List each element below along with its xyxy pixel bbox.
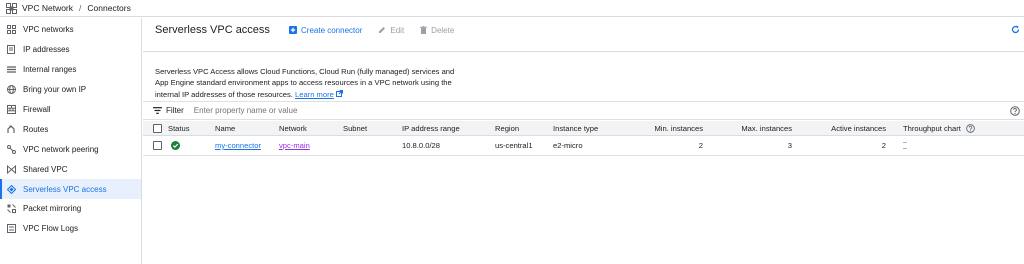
column-region[interactable]: Region [495,121,519,135]
vpc-network-logo-icon [6,2,17,14]
delete-button[interactable]: Delete [420,26,454,35]
column-min-instances[interactable]: Min. instances [623,121,703,135]
column-status[interactable]: Status [168,121,190,135]
refresh-icon[interactable] [1011,25,1020,36]
ip-range-cell: 10.8.0.0/28 [402,141,441,150]
column-throughput[interactable]: Throughput chart [903,121,975,135]
filter-icon [153,107,162,114]
peering-icon [6,144,16,154]
sidebar-item-internal-ranges[interactable]: Internal ranges [0,60,141,80]
filter-label: Filter [166,106,184,115]
column-subnet[interactable]: Subnet [343,121,367,135]
sidebar-item-label: VPC network peering [23,144,99,154]
throughput-chart-cell: – – [903,136,907,155]
edit-button[interactable]: Edit [378,26,404,35]
column-max-instances[interactable]: Max. instances [713,121,792,135]
globe-icon [6,85,16,95]
active-instances-cell: 2 [881,141,886,150]
column-throughput-label: Throughput chart [903,123,961,133]
sidebar-item-label: Internal ranges [23,65,77,75]
sidebar-item-serverless-vpc-access[interactable]: Serverless VPC access [0,179,141,200]
region-cell: us-central1 [495,141,533,150]
breadcrumb-root[interactable]: VPC Network [22,3,73,13]
ip-addresses-icon [6,45,16,55]
add-box-icon [289,26,297,34]
sidebar-item-label: Serverless VPC access [23,184,107,194]
main-content: Serverless VPC access Create connector E… [143,18,1024,264]
breadcrumb: VPC Network / Connectors [0,0,1024,17]
sidebar-item-vpc-flow-logs[interactable]: VPC Flow Logs [0,219,141,239]
serverless-icon [6,184,16,194]
create-connector-label: Create connector [301,25,363,35]
sidebar-item-label: Routes [23,124,49,134]
breadcrumb-current: Connectors [87,3,131,13]
learn-more-link[interactable]: Learn more [295,90,334,99]
sidebar: VPC networks IP addresses Internal range… [0,18,142,264]
toolbar-divider [143,51,1024,52]
edit-label: Edit [390,25,405,35]
routes-icon [6,124,16,134]
column-network[interactable]: Network [279,121,307,135]
sidebar-item-label: Packet mirroring [23,204,82,214]
pencil-icon [378,26,386,34]
firewall-icon [6,105,16,115]
sidebar-item-packet-mirroring[interactable]: Packet mirroring [0,199,141,219]
sidebar-item-label: Firewall [23,105,51,114]
filter-bar: Filter [143,101,1024,120]
max-instances-cell: 3 [787,141,792,150]
external-link-icon[interactable] [335,89,343,99]
column-instance-type[interactable]: Instance type [553,121,598,135]
trash-icon [420,26,428,34]
breadcrumb-separator: / [79,3,82,13]
help-icon[interactable] [1010,106,1020,118]
sidebar-item-firewall[interactable]: Firewall [0,100,141,120]
sidebar-item-label: VPC Flow Logs [23,224,79,234]
packet-mirroring-icon [6,204,16,214]
sidebar-item-routes[interactable]: Routes [0,119,141,139]
vpc-networks-icon [6,25,16,35]
sidebar-item-ip-addresses[interactable]: IP addresses [0,40,141,60]
select-all-checkbox[interactable] [153,121,162,135]
sidebar-item-label: VPC networks [23,25,74,35]
connector-name-link[interactable]: my-connector [215,136,261,155]
delete-label: Delete [431,25,455,35]
throughput-value: – [903,144,907,152]
sidebar-item-label: IP addresses [23,45,70,55]
filter-input[interactable] [193,106,494,115]
column-name[interactable]: Name [215,121,235,135]
internal-ranges-icon [6,65,16,75]
status-ok-icon [171,136,180,155]
column-active-instances[interactable]: Active instances [803,121,886,135]
sidebar-item-label: Bring your own IP [23,85,87,95]
table-row[interactable]: my-connector vpc-main 10.8.0.0/28 us-cen… [143,136,1024,156]
min-instances-cell: 2 [698,141,703,150]
sidebar-item-vpc-network-peering[interactable]: VPC network peering [0,139,141,159]
sidebar-item-label: Shared VPC [23,164,68,174]
network-link[interactable]: vpc-main [279,136,310,155]
sidebar-item-shared-vpc[interactable]: Shared VPC [0,159,141,179]
description: Serverless VPC Access allows Cloud Funct… [155,66,455,100]
shared-vpc-icon [6,164,16,174]
create-connector-button[interactable]: Create connector [289,26,362,35]
sidebar-item-vpc-networks[interactable]: VPC networks [0,20,141,40]
row-checkbox[interactable] [153,136,162,155]
column-ip-range[interactable]: IP address range [402,121,460,135]
page-title: Serverless VPC access [155,24,270,36]
flow-logs-icon [6,224,16,234]
help-icon[interactable] [966,123,975,133]
table-header: Status Name Network Subnet IP address ra… [143,121,1024,136]
instance-type-cell: e2-micro [553,141,583,150]
sidebar-item-bring-your-own-ip[interactable]: Bring your own IP [0,80,141,100]
toolbar: Serverless VPC access Create connector E… [143,18,1024,42]
